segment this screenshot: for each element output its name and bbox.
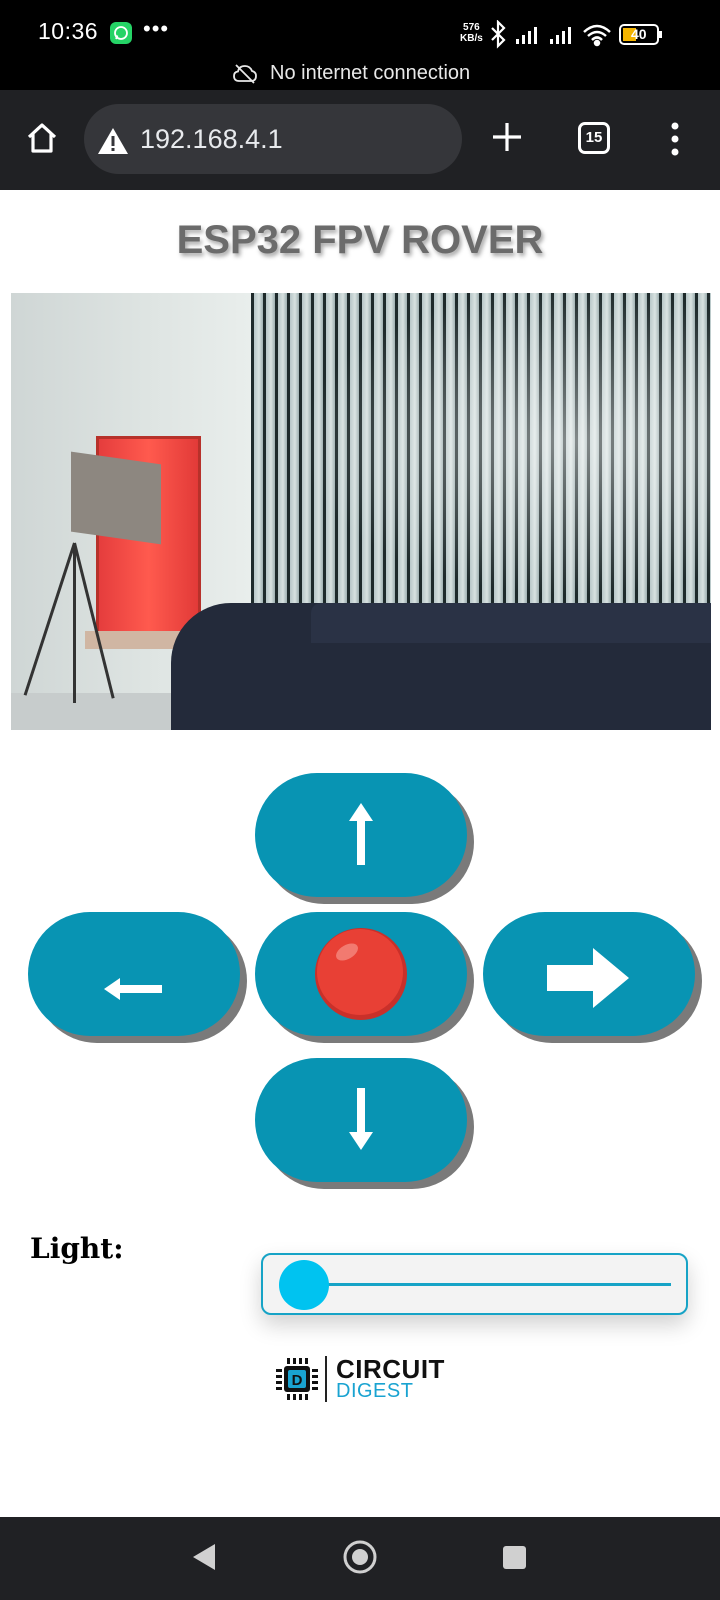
arrow-up-icon [349,803,373,865]
light-slider[interactable] [261,1253,688,1315]
home-button[interactable] [340,1537,380,1577]
whatsapp-icon [110,22,132,44]
signal-icon [516,27,537,44]
slider-track[interactable] [303,1283,671,1286]
back-button[interactable] [185,1537,225,1577]
network-speed-unit: KB/s [460,33,483,44]
backward-button[interactable] [255,1058,467,1182]
stop-icon [315,928,407,1020]
network-speed: 576 KB/s [460,22,483,44]
address-bar[interactable]: 192.168.4.1 [84,104,462,174]
menu-icon[interactable] [670,122,680,161]
system-nav-bar [0,1517,720,1600]
recents-button[interactable] [494,1537,534,1577]
more-dots-icon: ••• [143,16,170,41]
light-label: Light: [30,1232,124,1265]
svg-text:D: D [292,1372,303,1389]
circuit-digest-logo: D CIRCUIT DIGEST [272,1354,462,1406]
cloud-off-icon [233,64,257,90]
signal-icon [550,27,571,44]
arrow-left-icon [104,978,162,1000]
clock: 10:36 [38,18,99,44]
home-icon[interactable] [24,120,60,161]
status-bar: 10:36 ••• 576 KB/s 40 [0,0,720,60]
camera-stream [11,293,711,730]
arrow-right-icon [547,948,629,1008]
battery-level: 40 [631,26,647,42]
page-title: ESP32 FPV ROVER [176,218,544,262]
bluetooth-icon [491,19,506,49]
status-icons: 40 [490,19,680,55]
plus-icon[interactable] [490,120,524,159]
forward-button[interactable] [255,773,467,897]
web-page: ESP32 FPV ROVER Light: D CIRCUIT DIGEST [0,190,720,1517]
left-button[interactable] [28,912,240,1036]
stop-button[interactable] [255,912,467,1036]
arrow-down-icon [349,1088,373,1150]
offline-banner: No internet connection [0,60,720,90]
warning-icon[interactable] [96,126,130,161]
browser-toolbar: 192.168.4.1 15 [0,90,720,190]
chip-logo-icon: D [276,1358,318,1400]
network-speed-value: 576 [463,22,480,33]
offline-text: No internet connection [270,62,471,84]
right-button[interactable] [483,912,695,1036]
logo-line2: DIGEST [336,1380,414,1402]
tabs-icon[interactable]: 15 [578,122,610,154]
slider-thumb[interactable] [279,1260,329,1310]
url-text[interactable]: 192.168.4.1 [140,124,283,155]
wifi-icon [583,24,611,47]
